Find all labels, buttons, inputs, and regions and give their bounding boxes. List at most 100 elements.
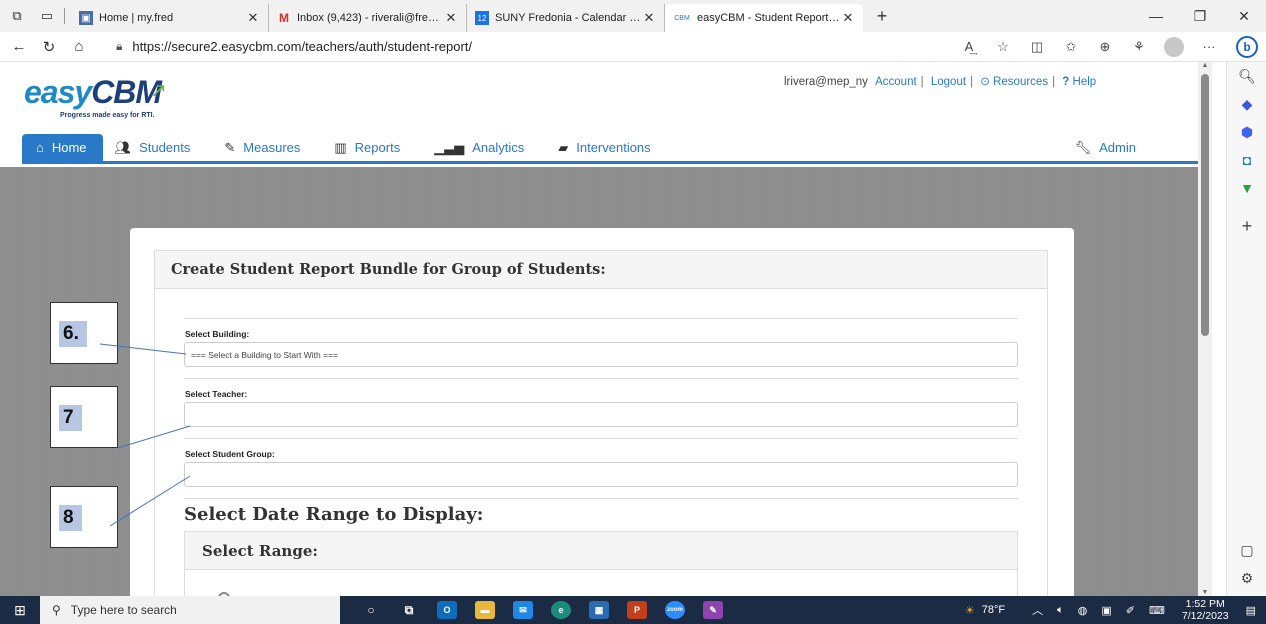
more-menu-icon[interactable]: ··· (1192, 39, 1226, 54)
close-tab-icon[interactable]: ✕ (642, 10, 656, 26)
network-icon[interactable]: ◍ (1071, 604, 1095, 617)
tools-icon[interactable]: ⬢ (1227, 124, 1266, 141)
nav-students-label: Students (139, 140, 191, 155)
volume-icon[interactable]: 🔈︎ (1050, 604, 1071, 617)
read-aloud-icon[interactable]: A͢ (952, 39, 986, 54)
collections-icon[interactable]: ⊕ (1088, 39, 1122, 55)
gmail-favicon-icon: M (279, 11, 289, 25)
weather-icon[interactable]: ☀ (958, 604, 982, 617)
add-sidebar-icon[interactable]: + (1227, 216, 1266, 237)
notifications-icon[interactable]: ▤ (1239, 604, 1266, 617)
close-window-icon[interactable]: ✕ (1222, 8, 1266, 25)
display-icon[interactable]: ▣ (1094, 604, 1118, 617)
close-tab-icon[interactable]: ✕ (246, 10, 260, 26)
split-screen-icon[interactable]: ◫ (1020, 39, 1054, 55)
browser-tab-easycbm[interactable]: CBM easyCBM - Student Report : Dist ✕ (665, 4, 863, 32)
help-link[interactable]: ? Help (1062, 76, 1096, 88)
favorite-star-icon[interactable]: ☆ (986, 39, 1020, 55)
new-tab-icon[interactable]: + (871, 5, 893, 27)
minimize-icon[interactable]: — (1134, 8, 1178, 25)
annotation-number: 6. (59, 321, 87, 347)
easycbm-favicon-icon: CBM (674, 14, 690, 22)
url-text: https://secure2.easycbm.com/teachers/aut… (132, 39, 473, 54)
browser-tab-inbox[interactable]: M Inbox (9,423) - riverali@fredonia. ✕ (269, 4, 467, 32)
logo-arrow-icon: ↗ (150, 80, 167, 102)
powerpoint-icon[interactable]: P (618, 601, 656, 619)
chevron-up-icon[interactable]: ︿ (1025, 602, 1050, 618)
weather-temp: 78°F (981, 604, 1006, 616)
browser-tab-myfred[interactable]: ▣ Home | my.fred ✕ (71, 4, 269, 32)
help-label: Help (1072, 76, 1097, 88)
nav-home[interactable]: ⌂ Home (22, 134, 103, 161)
building-select[interactable]: === Select a Building to Start With === (184, 342, 1018, 367)
tab-title: Home | my.fred (99, 12, 174, 24)
back-icon[interactable]: ← (4, 38, 34, 55)
bar-chart-icon: ▥ (334, 139, 347, 155)
resources-link[interactable]: ⊙ Resources (980, 76, 1048, 88)
nav-measures[interactable]: ✎ Measures (212, 134, 322, 161)
url-field[interactable]: 🔒︎ https://secure2.easycbm.com/teachers/… (104, 34, 824, 59)
tab-actions-icon[interactable]: ▭ (36, 5, 58, 27)
lock-icon: 🔒︎ (116, 39, 123, 53)
system-clock[interactable]: 1:52 PM 7/12/2023 (1172, 598, 1239, 622)
profile-avatar[interactable] (1164, 36, 1184, 57)
drop-icon[interactable]: ▼ (1227, 180, 1266, 196)
settings-gear-icon[interactable]: ⚙ (1227, 570, 1266, 587)
sidebar-toggle-icon[interactable]: ▢ (1227, 542, 1266, 559)
search-icon[interactable]: 🔍︎ (1227, 68, 1266, 85)
home-icon: ⌂ (36, 140, 44, 155)
store-icon[interactable]: ▦ (580, 601, 618, 619)
windows-start-icon[interactable]: ⊞ (0, 602, 40, 619)
taskbar-search[interactable]: ⚲ Type here to search (40, 596, 340, 624)
clock-date: 7/12/2023 (1181, 610, 1229, 622)
browser-tab-calendar[interactable]: 12 SUNY Fredonia - Calendar - July ✕ (467, 4, 665, 32)
close-tab-icon[interactable]: ✕ (444, 10, 458, 26)
myfred-favicon-icon: ▣ (79, 11, 93, 25)
close-tab-icon[interactable]: ✕ (841, 10, 855, 26)
scroll-thumb[interactable] (1201, 74, 1209, 336)
scroll-up-icon[interactable]: ▲ (1198, 62, 1212, 69)
favorites-icon[interactable]: ✩ (1054, 39, 1088, 55)
annotation-box-6: 6. (50, 302, 118, 364)
keyboard-icon[interactable]: ⌨ (1142, 604, 1172, 617)
panel-title: Create Student Report Bundle for Group o… (155, 251, 1047, 289)
teacher-label: Select Teacher: (185, 389, 248, 399)
zoom-icon[interactable]: zoom (656, 601, 694, 619)
tab-title: easyCBM - Student Report : Dist (697, 12, 841, 24)
nav-analytics[interactable]: ▁▃▅ Analytics (422, 134, 546, 161)
account-link[interactable]: Account (875, 76, 917, 88)
building-select-value: === Select a Building to Start With === (191, 349, 338, 360)
nav-students[interactable]: 👥︎ Students (103, 134, 213, 161)
nav-interventions[interactable]: ▰ Interventions (546, 134, 672, 161)
mail-icon[interactable]: ✉ (504, 601, 542, 619)
teacher-select[interactable] (184, 402, 1018, 427)
file-explorer-icon[interactable]: ▬ (466, 601, 504, 619)
annotation-number: 7 (59, 405, 82, 431)
pen-icon[interactable]: ✐ (1119, 604, 1142, 617)
outlook-icon[interactable]: ◘ (1227, 152, 1266, 168)
nav-analytics-label: Analytics (472, 140, 525, 155)
cortana-icon[interactable]: ○ (352, 601, 390, 619)
paint-icon[interactable]: ✎ (694, 601, 732, 619)
student-group-select[interactable] (184, 462, 1018, 487)
outlook-taskbar-icon[interactable]: O (428, 601, 466, 619)
pencil-icon: ✎ (224, 139, 236, 155)
logout-link[interactable]: Logout (931, 76, 966, 88)
bing-chat-icon[interactable]: b (1236, 36, 1258, 58)
nav-reports[interactable]: ▥ Reports (322, 134, 422, 161)
page-scrollbar[interactable]: ▲ ▼ (1198, 62, 1212, 596)
edge-taskbar-icon[interactable]: e (542, 601, 580, 619)
search-icon: ⚲ (52, 603, 61, 617)
workspaces-icon[interactable]: ⧉ (6, 5, 28, 27)
easycbm-logo[interactable]: easyCBM ↗ Progress made easy for RTI. (24, 74, 264, 124)
refresh-icon[interactable]: ↻ (34, 38, 64, 56)
student-group-label: Select Student Group: (185, 449, 275, 459)
site-header: easyCBM ↗ Progress made easy for RTI. lr… (0, 62, 1198, 164)
nav-admin[interactable]: 🔧︎ Admin (1063, 134, 1158, 161)
home-browser-icon[interactable]: ⌂ (64, 38, 94, 55)
extensions-icon[interactable]: ⚘ (1122, 39, 1156, 55)
scroll-down-icon[interactable]: ▼ (1198, 589, 1212, 596)
task-view-icon[interactable]: ⧉ (390, 601, 428, 619)
shopping-tag-icon[interactable]: ◆ (1227, 96, 1266, 113)
restore-icon[interactable]: ❐ (1178, 8, 1222, 25)
